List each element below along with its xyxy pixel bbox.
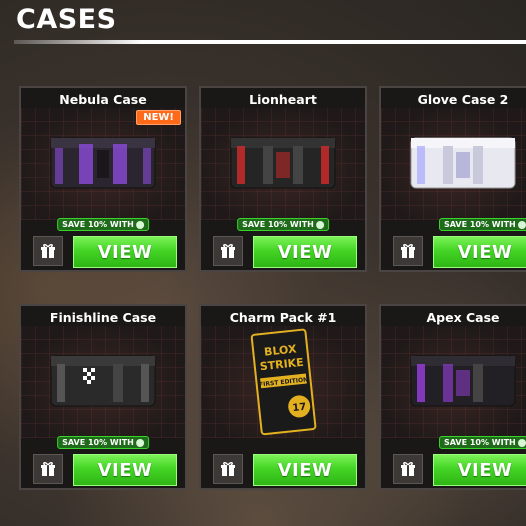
header-underline — [14, 40, 526, 44]
view-button[interactable]: VIEW — [433, 236, 526, 268]
gift-button[interactable] — [393, 236, 423, 266]
gift-icon — [220, 461, 236, 477]
new-badge: NEW! — [136, 110, 181, 125]
charm-pack-count: 17 — [292, 402, 307, 414]
coin-icon — [517, 438, 526, 447]
gift-button[interactable] — [213, 236, 243, 266]
case-image — [201, 108, 365, 220]
save-badge: SAVE 10% WITH — [439, 218, 526, 231]
case-name: Apex Case — [426, 310, 500, 325]
gift-icon — [40, 243, 56, 259]
charm-pack-image: BLOX STRIKE FIRST EDITION 17 — [201, 326, 365, 438]
case-card-apex[interactable]: Apex Case SAVE 10% WITH VIEW — [379, 304, 526, 490]
case-name: Nebula Case — [59, 92, 147, 107]
coin-icon — [135, 220, 144, 229]
save-badge: SAVE 10% WITH — [237, 218, 329, 231]
view-button[interactable]: VIEW — [73, 236, 177, 268]
save-badge: SAVE 10% WITH — [57, 218, 149, 231]
case-name: Glove Case 2 — [417, 92, 509, 107]
save-badge: SAVE 10% WITH — [439, 436, 526, 449]
case-image — [381, 108, 526, 220]
view-button[interactable]: VIEW — [433, 454, 526, 486]
coin-icon — [315, 220, 324, 229]
gift-icon — [400, 461, 416, 477]
gift-icon — [400, 243, 416, 259]
case-card-lionheart[interactable]: Lionheart SAVE 10% WITH VIEW — [199, 86, 367, 272]
case-card-finishline[interactable]: Finishline Case SAVE 10% WITH VIEW — [19, 304, 187, 490]
coin-icon — [135, 438, 144, 447]
case-card-glove-case-2[interactable]: Glove Case 2 SAVE 10% WITH VIEW — [379, 86, 526, 272]
case-card-nebula[interactable]: Nebula Case NEW! SAVE 10% WITH VIEW — [19, 86, 187, 272]
case-image — [381, 326, 526, 438]
case-card-charm-pack-1[interactable]: Charm Pack #1 BLOX STRIKE FIRST EDITION … — [199, 304, 367, 490]
view-button[interactable]: VIEW — [73, 454, 177, 486]
gift-button[interactable] — [213, 454, 243, 484]
gift-icon — [40, 461, 56, 477]
page-title: CASES — [16, 4, 117, 35]
gift-button[interactable] — [393, 454, 423, 484]
case-name: Lionheart — [249, 92, 317, 107]
coin-icon — [517, 220, 526, 229]
view-button[interactable]: VIEW — [253, 236, 357, 268]
case-name: Charm Pack #1 — [229, 310, 337, 325]
case-image — [21, 326, 185, 438]
case-name: Finishline Case — [49, 310, 157, 325]
gift-icon — [220, 243, 236, 259]
view-button[interactable]: VIEW — [253, 454, 357, 486]
save-badge: SAVE 10% WITH — [57, 436, 149, 449]
gift-button[interactable] — [33, 236, 63, 266]
gift-button[interactable] — [33, 454, 63, 484]
